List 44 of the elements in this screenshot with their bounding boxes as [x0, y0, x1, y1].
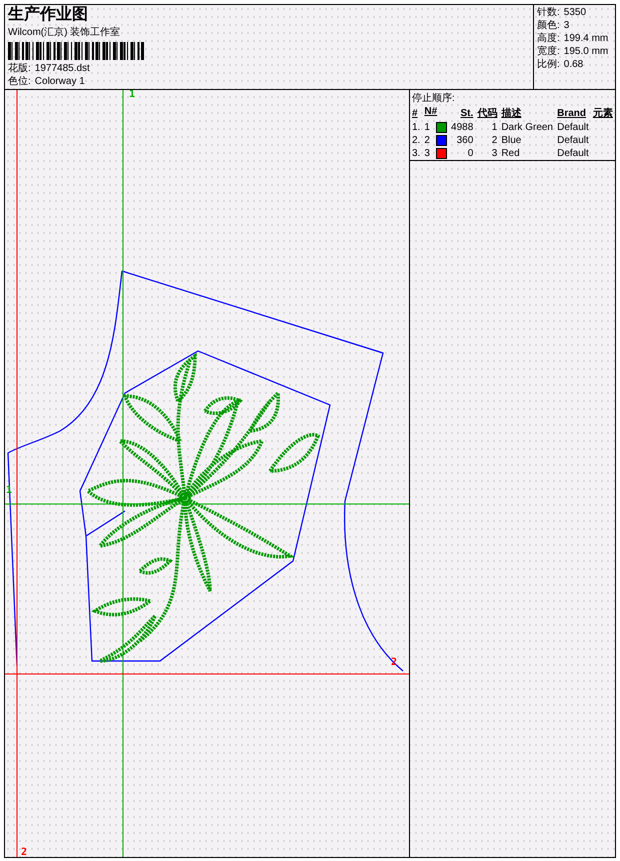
column-header: #: [411, 106, 419, 120]
column-header: St.: [459, 106, 474, 120]
design-label: 花版:: [8, 63, 31, 75]
stat-value: 3: [564, 20, 570, 32]
column-header: 元素: [592, 106, 614, 121]
table-cell: 0: [448, 147, 476, 160]
table-cell-text: 2.: [411, 134, 422, 147]
table-cell-text: 1: [490, 121, 498, 134]
company-name: Wilcom(汇京) 装饰工作室: [8, 26, 122, 39]
table-cell: Default: [555, 147, 591, 160]
column-header: Brand: [556, 106, 588, 120]
colorway-name: Colorway 1: [34, 76, 85, 88]
table-cell-text: Default: [556, 121, 590, 134]
table-cell-text: 1.: [411, 121, 422, 134]
table-cell-text: 4988: [450, 121, 474, 134]
table-cell-text: Default: [556, 134, 590, 147]
column-header: 描述: [500, 106, 522, 121]
column-header: 代码: [476, 106, 498, 121]
stat-label: 颜色:: [537, 20, 560, 32]
table-cell: 3: [424, 147, 430, 160]
stat-label: 针数:: [537, 7, 560, 19]
stat-value: 5350: [564, 7, 586, 19]
table-cell: 3: [475, 147, 500, 160]
sheet-title: 生产作业图: [8, 6, 89, 24]
stat-value: 195.0 mm: [564, 46, 608, 58]
table-cell-text: Dark Green: [500, 121, 554, 134]
table-cell: Red: [499, 147, 556, 160]
table-cell: 1: [424, 121, 430, 134]
table-cell: 2: [424, 134, 430, 147]
table-cell-text: Blue: [500, 134, 522, 147]
table-cell: 3.: [410, 147, 422, 160]
stop-sequence-title: 停止顺序:: [412, 92, 456, 105]
colorway-label: 色位:: [8, 76, 31, 88]
stat-label: 比例:: [537, 59, 560, 71]
guide-label: 1: [129, 90, 136, 100]
stat-value: 199.4 mm: [564, 33, 608, 45]
column-header: N#: [423, 105, 438, 118]
table-cell-text: 2: [490, 134, 498, 147]
stat-label: 宽度:: [537, 46, 560, 58]
table-cell-text: 360: [456, 134, 474, 147]
guide-label: 2: [21, 848, 28, 857]
stat-value: 0.68: [564, 59, 584, 71]
design-file-name: 1977485.dst: [34, 63, 90, 75]
stat-label: 高度:: [537, 33, 560, 45]
